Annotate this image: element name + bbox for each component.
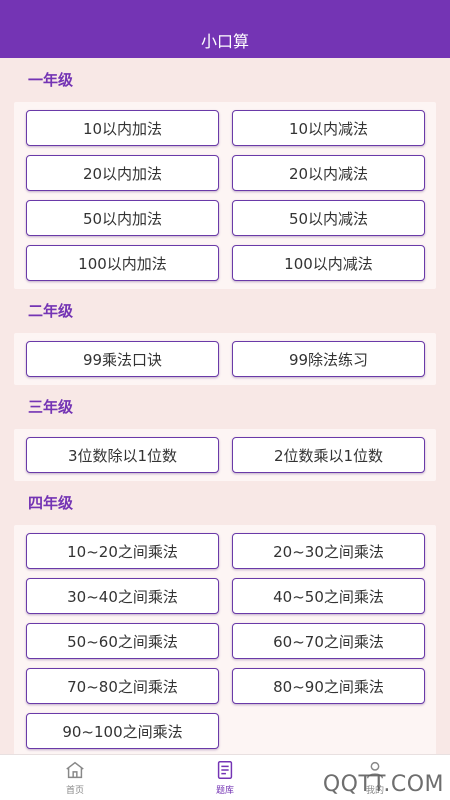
exercise-button[interactable]: 30~40之间乘法 <box>26 578 219 614</box>
exercise-button[interactable]: 99乘法口诀 <box>26 341 219 377</box>
exercise-button[interactable]: 100以内加法 <box>26 245 219 281</box>
exercise-button[interactable]: 40~50之间乘法 <box>232 578 425 614</box>
exercise-button[interactable]: 50以内加法 <box>26 200 219 236</box>
home-icon <box>66 761 84 779</box>
exercise-button[interactable]: 99除法练习 <box>232 341 425 377</box>
exercise-button[interactable]: 60~70之间乘法 <box>232 623 425 659</box>
exercise-button[interactable]: 10以内减法 <box>232 110 425 146</box>
exercise-button[interactable]: 50~60之间乘法 <box>26 623 219 659</box>
page-title: 小口算 <box>200 32 249 51</box>
exercise-button[interactable]: 3位数除以1位数 <box>26 437 219 473</box>
tab-mine-label: 我的 <box>365 786 384 796</box>
tab-home[interactable]: 首页 <box>0 755 150 800</box>
exercise-button[interactable]: 90~100之间乘法 <box>26 713 219 749</box>
grade-title-2: 二年级 <box>28 302 74 320</box>
title-bar: 小口算 <box>0 22 450 58</box>
grade-title-4: 四年级 <box>28 494 74 512</box>
exercise-button[interactable]: 20以内加法 <box>26 155 219 191</box>
exercise-button[interactable]: 20以内减法 <box>232 155 425 191</box>
grade-title-1: 一年级 <box>28 71 74 89</box>
grade-list: 一年级 10以内加法 10以内减法 20以内加法 20以内减法 50以内加法 5… <box>0 58 450 754</box>
exercise-button[interactable]: 10~20之间乘法 <box>26 533 219 569</box>
exercise-button[interactable]: 70~80之间乘法 <box>26 668 219 704</box>
exercise-button[interactable]: 100以内减法 <box>232 245 425 281</box>
tab-question-bank[interactable]: 题库 <box>150 755 300 800</box>
status-bar <box>0 0 450 22</box>
tab-question-bank-label: 题库 <box>215 786 234 796</box>
user-icon <box>366 761 384 779</box>
exercise-button[interactable]: 10以内加法 <box>26 110 219 146</box>
grade-1-card: 10以内加法 10以内减法 20以内加法 20以内减法 50以内加法 50以内减… <box>14 102 436 289</box>
tab-home-label: 首页 <box>65 786 84 796</box>
grade-2-card: 99乘法口诀 99除法练习 <box>14 333 436 385</box>
exercise-button[interactable]: 2位数乘以1位数 <box>232 437 425 473</box>
grade-3-card: 3位数除以1位数 2位数乘以1位数 <box>14 429 436 481</box>
grade-title-3: 三年级 <box>28 398 74 416</box>
bottom-tab-bar: 首页 题库 我的 <box>0 754 450 800</box>
tab-mine[interactable]: 我的 <box>300 755 450 800</box>
grade-4-card: 10~20之间乘法 20~30之间乘法 30~40之间乘法 40~50之间乘法 … <box>14 525 436 754</box>
exercise-button[interactable]: 80~90之间乘法 <box>232 668 425 704</box>
exercise-button[interactable]: 20~30之间乘法 <box>232 533 425 569</box>
exercise-button[interactable]: 50以内减法 <box>232 200 425 236</box>
question-bank-icon <box>217 761 233 779</box>
